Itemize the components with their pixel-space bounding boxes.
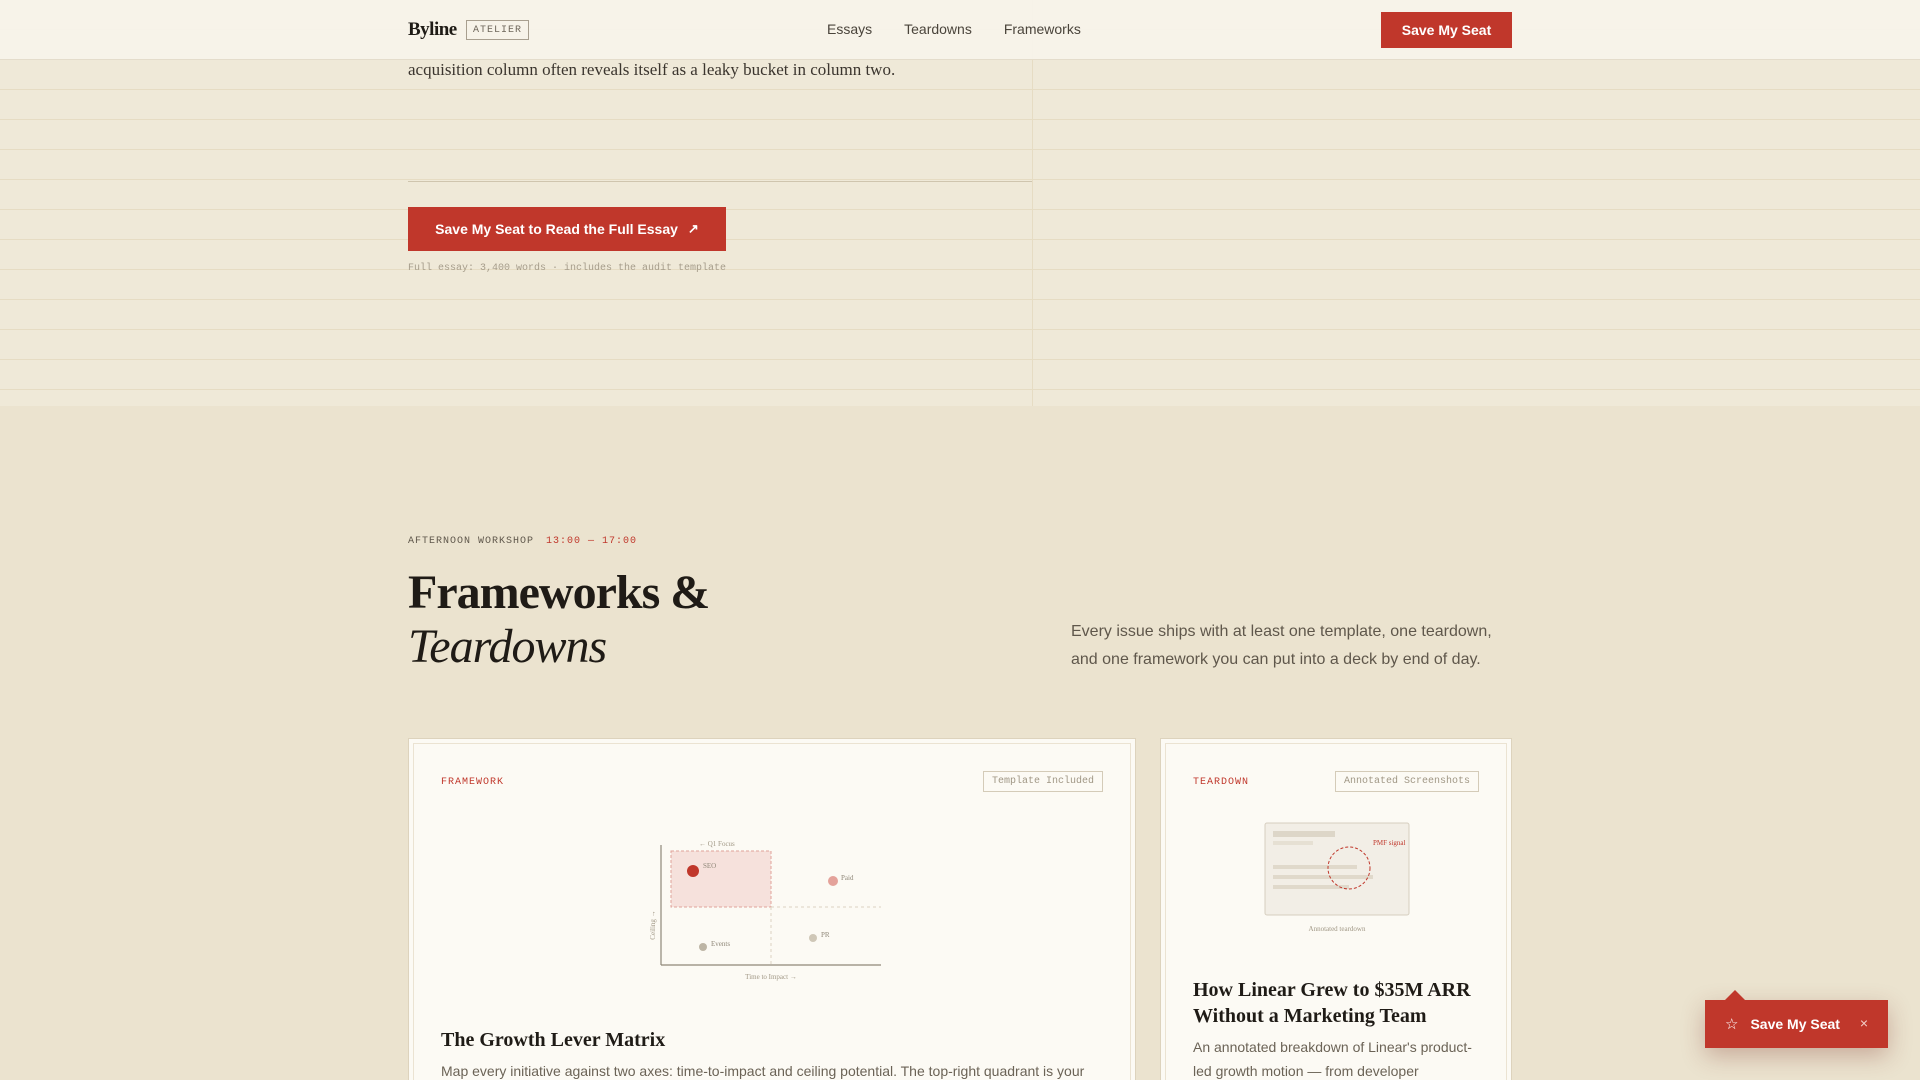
point-pr [809,934,817,942]
annotation-label: PMF signal [1373,839,1406,847]
point-events-label: Events [711,940,730,948]
x-axis-label: Time to Impact → [745,973,797,981]
screenshot-line-3 [1273,865,1357,869]
growth-lever-matrix-figure: ← Q1 Focus SEO Paid PR Events Ceiling → … [649,840,881,981]
card-body: An annotated breakdown of Linear's produ… [1193,1039,1472,1079]
close-icon[interactable]: × [1860,1015,1868,1031]
section-title-line1: Frameworks & [408,566,710,619]
save-my-seat-button[interactable]: Save My Seat [1381,12,1512,48]
section-eyebrow: AFTERNOON WORKSHOP 13:00 — 17:00 [408,536,637,547]
nav-frameworks[interactable]: Frameworks [1004,21,1081,37]
section-title-line2: Teardowns [408,620,607,673]
essay-section: acquisition column often reveals itself … [0,0,1920,406]
read-full-essay-label: Save My Seat to Read the Full Essay [435,221,678,237]
point-seo [687,865,699,877]
margin-rule [1032,0,1033,406]
brand-logo[interactable]: Byline [408,19,457,41]
point-pr-label: PR [821,931,830,939]
point-events [699,943,707,951]
floating-cta-label: Save My Seat [1750,1016,1840,1032]
essay-text: acquisition column often reveals itself … [408,60,896,79]
essay-meta: Full essay: 3,400 words · includes the a… [408,263,727,274]
screenshot-line-1 [1273,831,1335,837]
y-axis-label: Ceiling → [649,910,657,939]
card-title[interactable]: How Linear Grew to $35M ARR Without a Ma… [1193,977,1493,1029]
eyebrow-time: 13:00 — 17:00 [546,536,638,547]
framework-card[interactable]: FRAMEWORK Template Included ← Q1 Focus S… [408,738,1136,1080]
section-title: Frameworks & Teardowns [408,566,710,674]
essay-divider [408,181,1032,182]
eyebrow-label: AFTERNOON WORKSHOP [408,536,535,547]
card-kind-label: TEARDOWN [1193,777,1250,788]
point-seo-label: SEO [703,862,716,870]
star-icon: ☆ [1725,1016,1739,1033]
point-paid-label: Paid [841,874,854,882]
brand-badge: ATELIER [466,20,530,40]
card-tag: Annotated Screenshots [1334,771,1479,792]
q1-focus-label: ← Q1 Focus [699,840,735,848]
card-tag: Template Included [982,771,1103,792]
point-paid [828,876,838,886]
site-header: Byline ATELIER Essays Teardowns Framewor… [0,0,1920,60]
floating-save-seat-cta[interactable]: ☆ Save My Seat × [1705,990,1888,1048]
card-body: Map every initiative against two axes: t… [441,1063,1085,1079]
nav-essays[interactable]: Essays [827,21,872,37]
read-full-essay-button[interactable]: Save My Seat to Read the Full Essay ↗ [408,207,726,251]
screenshot-line-4 [1273,875,1373,879]
nav-teardowns[interactable]: Teardowns [904,21,972,37]
screenshot-line-2 [1273,841,1313,845]
figure-caption: Annotated teardown [1309,925,1366,933]
q1-focus-zone [670,850,772,908]
card-title[interactable]: The Growth Lever Matrix [441,1027,1101,1053]
section-description: Every issue ships with at least one temp… [1071,623,1492,668]
teardown-card[interactable]: TEARDOWN Annotated Screenshots PMF signa… [1160,738,1512,1080]
annotated-screenshot-figure: PMF signal Annotated teardown [1264,822,1410,933]
main-nav: Essays Teardowns Frameworks [827,21,1081,37]
card-kind-label: FRAMEWORK [441,777,505,788]
arrow-up-right-icon: ↗ [687,221,699,236]
screenshot-line-5 [1273,885,1349,889]
